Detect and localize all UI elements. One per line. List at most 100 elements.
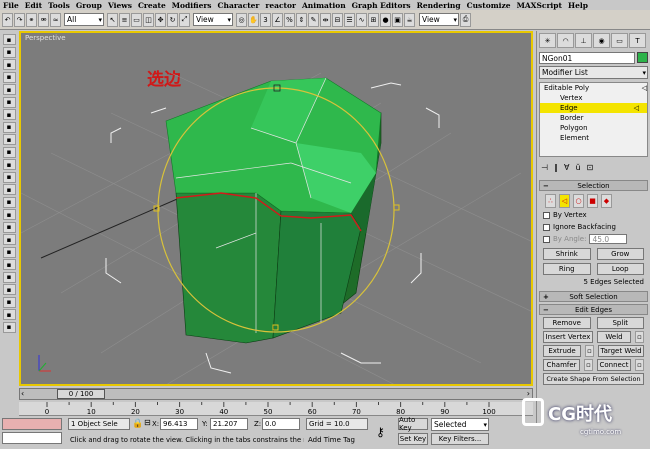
y-coordinate-field[interactable]: 21.207 — [210, 418, 248, 430]
add-time-tag[interactable]: Add Time Tag — [306, 434, 368, 446]
by-angle-field[interactable]: 45.0 — [589, 234, 628, 244]
ring-button[interactable]: Ring — [543, 263, 591, 275]
select-rotate-icon[interactable]: ↻ — [167, 12, 178, 27]
connect-settings-icon[interactable]: ▫ — [635, 359, 644, 371]
extrude-button[interactable]: Extrude — [543, 345, 581, 357]
cone-icon[interactable]: ▪ — [2, 146, 16, 158]
undo-icon[interactable]: ↶ — [2, 12, 13, 27]
weld-button[interactable]: Weld — [597, 331, 631, 343]
torus-icon[interactable]: ▪ — [2, 121, 16, 133]
menu-edit[interactable]: Edit — [25, 1, 42, 10]
make-unique-icon[interactable]: ∀ — [564, 163, 569, 172]
schematic-view-icon[interactable]: ⊞ — [368, 12, 379, 27]
selection-rollout-header[interactable]: − Selection — [539, 180, 648, 191]
menu-modifiers[interactable]: Modifiers — [172, 1, 212, 10]
modifier-list-select[interactable]: Modifier List — [539, 66, 648, 79]
angle-snap-icon[interactable]: ∠ — [272, 12, 283, 27]
redo-icon[interactable]: ↷ — [14, 12, 25, 27]
create-shape-button[interactable]: Create Shape From Selection — [543, 373, 644, 385]
maxscript-mini-listener[interactable] — [2, 432, 62, 444]
menu-customize[interactable]: Customize — [467, 1, 511, 10]
menu-rendering[interactable]: Rendering — [417, 1, 461, 10]
render-scene-icon[interactable]: ▣ — [392, 12, 403, 27]
particle-icon[interactable]: ▪ — [2, 284, 16, 295]
menu-graph-editors[interactable]: Graph Editors — [352, 1, 411, 10]
mirror-icon[interactable]: ⇹ — [320, 12, 331, 27]
track-bar[interactable]: 0 10 20 30 40 50 60 70 80 90 100 — [19, 402, 533, 416]
soft-selection-rollout-header[interactable]: + Soft Selection — [539, 291, 648, 302]
lock-selection-icon[interactable]: 🔒 — [132, 419, 143, 429]
target-weld-button[interactable]: Target Weld — [598, 345, 644, 357]
border-mode-icon[interactable]: ○ — [573, 194, 584, 208]
select-icon[interactable]: ▪ — [2, 34, 16, 45]
remove-modifier-icon[interactable]: ŭ — [575, 163, 580, 172]
select-object-icon[interactable]: ↖ — [107, 12, 118, 27]
space-warp-icon[interactable]: ▪ — [2, 246, 16, 258]
menu-maxscript[interactable]: MAXScript — [517, 1, 562, 10]
cylinder-icon[interactable]: ▪ — [2, 109, 16, 120]
stack-item-element[interactable]: Element — [540, 133, 647, 143]
region-select-icon[interactable]: ▭ — [131, 12, 142, 27]
pivot-center-icon[interactable]: ◎ — [236, 12, 247, 27]
vertex-mode-icon[interactable]: ∴ — [545, 194, 556, 208]
prev-frame-icon[interactable]: ‹ — [21, 389, 24, 398]
loop-button[interactable]: Loop — [596, 263, 644, 275]
select-scale-icon[interactable]: ⤢ — [179, 12, 190, 27]
edge-mode-button-icon[interactable]: ◁ — [559, 194, 570, 208]
sphere-icon[interactable]: ▪ — [2, 96, 16, 108]
z-coordinate-field[interactable]: 0.0 — [262, 418, 300, 430]
extrude-settings-icon[interactable]: ▫ — [585, 345, 594, 357]
stack-item-edge[interactable]: Edge ◁ — [540, 103, 647, 113]
menu-help[interactable]: Help — [568, 1, 588, 10]
window-crossing-icon[interactable]: ◫ — [143, 12, 154, 27]
menu-character[interactable]: Character — [218, 1, 260, 10]
rotate-icon[interactable]: ▪ — [2, 59, 16, 70]
stack-item-polygon[interactable]: Polygon — [540, 123, 647, 133]
stack-root-item[interactable]: Editable Poly ◁ — [540, 83, 647, 93]
menu-reactor[interactable]: reactor — [265, 1, 296, 10]
select-manipulate-icon[interactable]: ✋ — [248, 12, 259, 27]
menu-animation[interactable]: Animation — [302, 1, 346, 10]
link-icon[interactable]: ⚭ — [26, 12, 37, 27]
box-icon[interactable]: ▪ — [2, 84, 16, 95]
connect-button[interactable]: Connect — [597, 359, 631, 371]
ignore-backfacing-checkbox[interactable]: Ignore Backfacing — [537, 221, 650, 233]
element-mode-icon[interactable]: ◆ — [601, 194, 612, 208]
menu-tools[interactable]: Tools — [48, 1, 70, 10]
percent-snap-icon[interactable]: % — [284, 12, 295, 27]
key-filters-button[interactable]: Key Filters... — [431, 433, 489, 445]
set-key-button[interactable]: Set Key — [398, 433, 428, 445]
render-type-select[interactable]: View — [419, 13, 459, 26]
split-button[interactable]: Split — [596, 317, 644, 329]
named-selection-icon[interactable]: ✎ — [308, 12, 319, 27]
select-by-name-icon[interactable]: ≡ — [119, 12, 130, 27]
select-move-icon[interactable]: ✥ — [155, 12, 166, 27]
stack-item-border[interactable]: Border — [540, 113, 647, 123]
light-icon[interactable]: ▪ — [2, 209, 16, 220]
key-mode-select[interactable]: Selected — [431, 418, 489, 431]
quick-render-icon[interactable]: ☕ — [404, 12, 415, 27]
snaps-toggle-icon[interactable]: 3 — [260, 12, 271, 27]
reference-coord-select[interactable]: View — [193, 13, 233, 26]
selection-filter-select[interactable]: All — [64, 13, 104, 26]
pin-stack-icon[interactable]: ⊣ — [541, 163, 548, 172]
utilities-tab-icon[interactable]: T — [629, 33, 646, 48]
x-coordinate-field[interactable]: 96.413 — [160, 418, 198, 430]
object-color-swatch[interactable] — [637, 52, 648, 63]
geosphere-icon[interactable]: ▪ — [2, 159, 16, 170]
render-last-icon[interactable]: ⎙ — [460, 12, 471, 27]
object-name-field[interactable]: NGon01 — [539, 52, 635, 64]
insert-vertex-button[interactable]: Insert Vertex — [543, 331, 593, 343]
shrink-button[interactable]: Shrink — [543, 248, 591, 260]
auto-key-button[interactable]: Auto Key — [398, 416, 428, 432]
camera-icon[interactable]: ▪ — [2, 221, 16, 233]
maxscript-listener[interactable] — [2, 418, 62, 430]
tube-icon[interactable]: ▪ — [2, 171, 16, 183]
scale-icon[interactable]: ▪ — [2, 71, 16, 83]
text-icon[interactable]: ▪ — [2, 271, 16, 283]
display-tab-icon[interactable]: ▭ — [611, 33, 628, 48]
menu-create[interactable]: Create — [138, 1, 166, 10]
patch-icon[interactable]: ▪ — [2, 321, 16, 333]
edit-edges-rollout-header[interactable]: − Edit Edges — [539, 304, 648, 315]
helper-icon[interactable]: ▪ — [2, 234, 16, 245]
